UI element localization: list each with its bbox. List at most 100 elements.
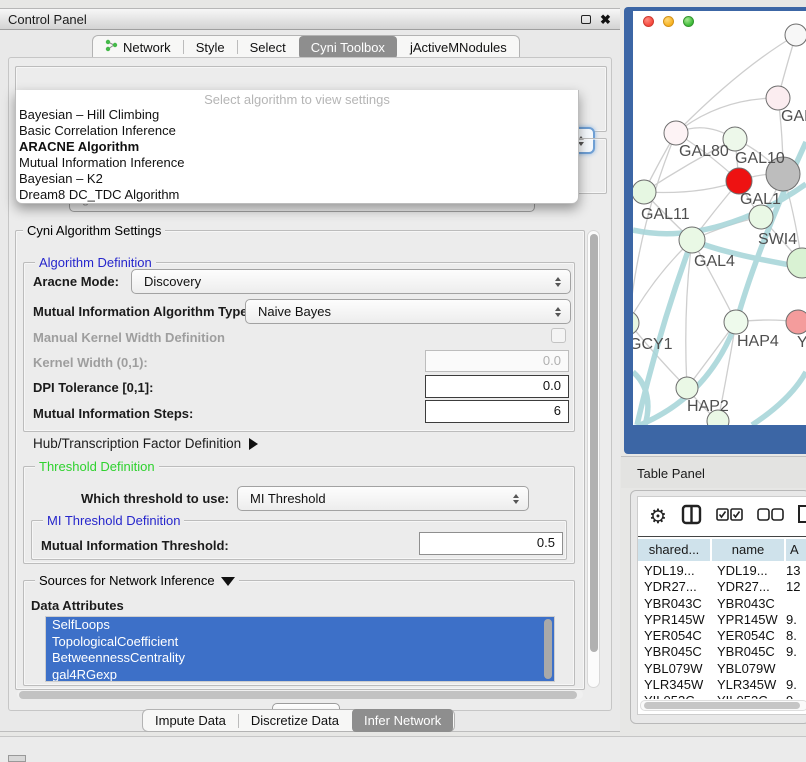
tab-style[interactable]: Style (184, 36, 237, 59)
cell: YBR043C (638, 596, 710, 612)
attributes-scrollbar-thumb[interactable] (544, 619, 552, 679)
data-attributes-label: Data Attributes (31, 598, 124, 613)
settings-scrollbar-thumb[interactable] (590, 234, 598, 652)
file-icon[interactable] (798, 504, 806, 529)
expand-arrow-icon[interactable] (249, 438, 258, 450)
close-icon[interactable]: ✖ (600, 12, 611, 28)
table-row[interactable]: YBR043CYBR043C (638, 596, 806, 612)
column-header-name[interactable]: name (712, 539, 784, 561)
cyni-toolbox-panel: gal4filtered.sif default node Select alg… (8, 57, 612, 711)
table-row[interactable]: YDR27...YDR27...12 (638, 579, 806, 595)
attribute-item-selected[interactable]: SelfLoops (46, 617, 554, 634)
mi-algorithm-type-value: Naive Bayes (258, 304, 331, 319)
cell: 9. (783, 644, 806, 660)
table-row[interactable]: YLR345WYLR345W9. (638, 677, 806, 693)
node-gal4[interactable] (679, 227, 705, 253)
table-toolbar: ⚙ (638, 497, 806, 537)
dropdown-item[interactable]: Basic Correlation Inference (16, 123, 578, 139)
which-threshold-combobox[interactable]: MI Threshold (237, 486, 529, 511)
mi-algorithm-type-combobox[interactable]: Naive Bayes (245, 299, 571, 324)
table-row[interactable]: YER054CYER054C8. (638, 628, 806, 644)
table-horizontal-scrollbar[interactable] (640, 700, 806, 711)
table-row[interactable]: YBL079WYBL079W (638, 661, 806, 677)
dropdown-item[interactable]: Bayesian – Hill Climbing (16, 107, 578, 123)
mi-threshold-field[interactable]: 0.5 (419, 532, 563, 555)
node-swi4[interactable] (749, 205, 773, 229)
dpi-tolerance-field[interactable]: 0.0 (425, 375, 569, 398)
attribute-item-selected[interactable]: gal4RGexp (46, 667, 554, 683)
tab-infer-network[interactable]: Infer Network (352, 709, 453, 732)
which-threshold-value: MI Threshold (250, 491, 326, 506)
node[interactable] (787, 248, 806, 278)
node[interactable] (785, 24, 806, 46)
cell: 9 (783, 693, 806, 699)
node-hap4[interactable] (724, 310, 748, 334)
network-graph[interactable]: GAL GAL80 GAL10 GAL1 GAL11 SWI4 GAL4 GCY… (633, 11, 806, 425)
node-gal80[interactable] (664, 121, 688, 145)
settings-vertical-scrollbar[interactable] (587, 230, 600, 688)
dropdown-item[interactable]: Bayesian – K2 (16, 171, 578, 187)
algorithm-definition-title: Algorithm Definition (35, 255, 156, 270)
cell: YLR345W (710, 677, 783, 693)
kernel-width-field[interactable]: 0.0 (425, 350, 569, 372)
status-widget-clipped[interactable] (8, 755, 26, 762)
threshold-definition-title: Threshold Definition (35, 459, 159, 474)
dropdown-placeholder: Select algorithm to view settings (16, 90, 578, 107)
column-header-shared[interactable]: shared... (638, 539, 710, 561)
node-label: GAL10 (735, 150, 785, 167)
table-row[interactable]: YBR045CYBR045C9. (638, 644, 806, 660)
collapse-arrow-icon[interactable] (221, 577, 235, 586)
attribute-item-selected[interactable]: TopologicalCoefficient (46, 634, 554, 651)
node-hap2[interactable] (676, 377, 698, 399)
tab-network[interactable]: Network (93, 36, 183, 59)
table-hscrollbar-thumb[interactable] (644, 702, 800, 709)
hub-definition-toggle[interactable]: Hub/Transcription Factor Definition (33, 436, 258, 451)
gear-icon[interactable]: ⚙ (649, 504, 667, 529)
table-container: ⚙ shared... name A YDL19...YDL19...13 YD… (637, 496, 806, 715)
spinner-icon (555, 307, 561, 317)
cell: YER054C (638, 628, 710, 644)
control-panel-titlebar: Control Panel ✖ (0, 8, 620, 30)
tab-select[interactable]: Select (238, 36, 298, 59)
float-panel-icon[interactable] (581, 15, 591, 24)
tab-discretize-data[interactable]: Discretize Data (239, 709, 351, 732)
cell: YIL052C (710, 693, 783, 699)
tab-impute-data[interactable]: Impute Data (143, 709, 238, 732)
node[interactable] (766, 86, 790, 110)
tab-cyni-toolbox[interactable]: Cyni Toolbox (299, 36, 397, 59)
table-panel-header: Table Panel (621, 456, 806, 488)
sources-title-label: Sources for Network Inference (39, 573, 215, 588)
algorithm-dropdown-popup: Select algorithm to view settings Bayesi… (15, 90, 579, 204)
network-window-frame[interactable]: GAL GAL80 GAL10 GAL1 GAL11 SWI4 GAL4 GCY… (624, 7, 806, 454)
aracne-mode-combobox[interactable]: Discovery (131, 269, 571, 294)
dropdown-item[interactable]: Mutual Information Inference (16, 155, 578, 171)
node-label: GAL4 (694, 253, 735, 270)
tab-jactivemnodules[interactable]: jActiveMNodules (398, 36, 519, 59)
network-canvas[interactable]: GAL GAL80 GAL10 GAL1 GAL11 SWI4 GAL4 GCY… (633, 11, 806, 425)
node-gcy1[interactable] (633, 311, 639, 335)
bottom-tabbar: Impute Data Discretize Data Infer Networ… (142, 709, 455, 732)
tab-network-label: Network (123, 36, 171, 59)
dropdown-item[interactable]: Dream8 DC_TDC Algorithm (16, 187, 578, 203)
table-row[interactable]: YPR145WYPR145W9. (638, 612, 806, 628)
column-header-clipped[interactable]: A (786, 539, 806, 561)
cell: YPR145W (710, 612, 783, 628)
dropdown-item-highlighted[interactable]: ARACNE Algorithm (16, 139, 578, 155)
cell: 9. (783, 612, 806, 628)
table-header-row: shared... name A (638, 539, 806, 561)
manual-kernel-width-checkbox[interactable] (551, 328, 566, 343)
split-columns-icon[interactable] (681, 504, 702, 530)
mi-steps-field[interactable]: 6 (425, 400, 569, 423)
node-salmon[interactable] (786, 310, 806, 334)
attribute-item-selected[interactable]: BetweennessCentrality (46, 650, 554, 667)
select-all-icon[interactable] (716, 508, 743, 526)
table-row[interactable]: YIL052CYIL052C9 (638, 693, 806, 699)
control-panel-tabbar: Network Style Select Cyni Toolbox jActiv… (92, 35, 520, 58)
deselect-all-icon[interactable] (757, 508, 784, 526)
table-row[interactable]: YDL19...YDL19...13 (638, 563, 806, 579)
settings-horizontal-scrollbar[interactable] (17, 690, 583, 699)
table-panel-window: ⚙ shared... name A YDL19...YDL19...13 YD… (630, 490, 806, 724)
sources-group-title[interactable]: Sources for Network Inference (35, 573, 239, 588)
settings-hscrollbar-thumb[interactable] (19, 691, 577, 699)
node-gal11[interactable] (633, 180, 656, 204)
